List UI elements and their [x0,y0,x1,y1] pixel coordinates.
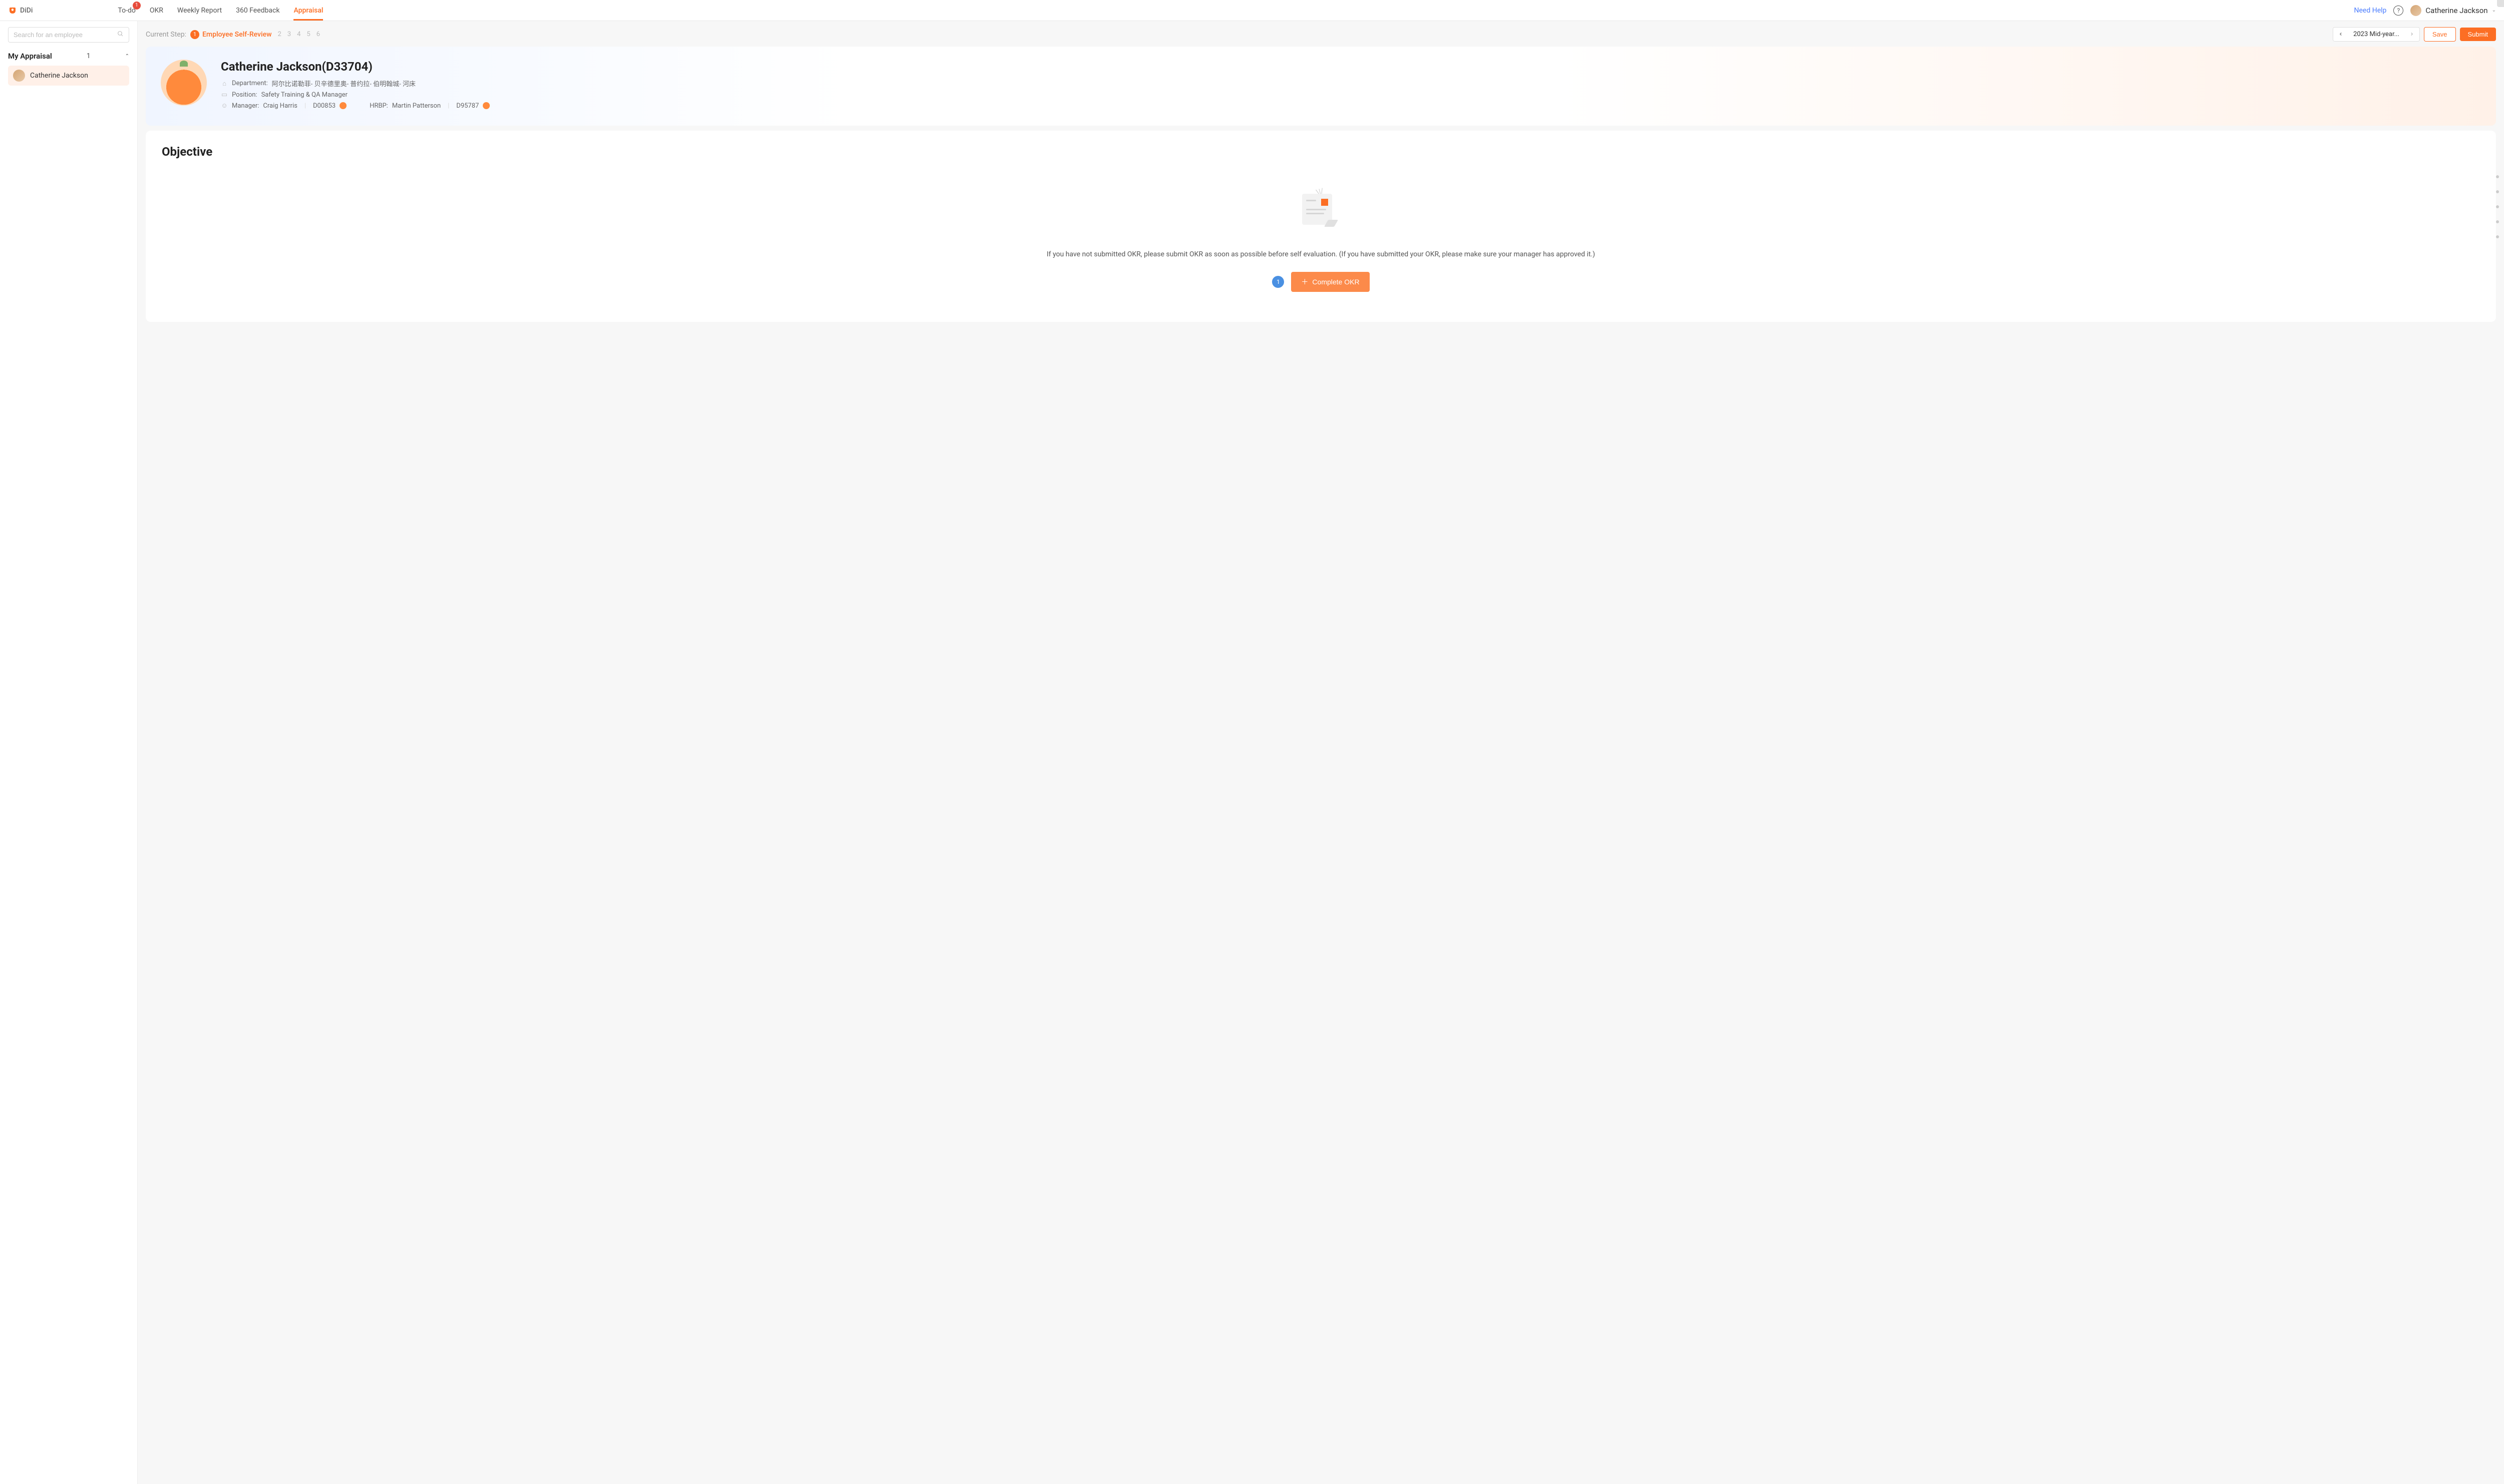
home-icon: ⌂ [221,80,228,88]
tab-appraisal[interactable]: Appraisal [293,1,323,21]
chevron-down-icon: ⌄ [2492,8,2496,13]
submit-button[interactable]: Submit [2460,28,2496,41]
chevron-up-icon: ⌃ [125,54,129,59]
nav-dot[interactable] [2496,175,2499,178]
section-title: My Appraisal [8,52,52,61]
position-row: ▭ Position: Safety Training & QA Manager [221,91,2481,99]
tab-okr[interactable]: OKR [150,1,163,21]
user-avatar-icon [2410,5,2421,16]
divider: | [448,102,449,110]
top-header: DiDi To-do 1 OKR Weekly Report 360 Feedb… [0,0,2504,21]
nav-dot[interactable] [2496,235,2499,238]
manager-id: D00853 [313,102,336,110]
logo-text: DiDi [20,7,33,15]
step-4[interactable]: 4 [297,31,300,38]
top-bar-right: 2023 Mid-year... Save Submit [2333,27,2496,42]
objective-card: Objective \|/ If you have not submitted … [146,131,2496,322]
chat-icon[interactable] [340,102,347,109]
section-nav-dots [2496,175,2499,238]
main-content: Current Step: 1 Employee Self-Review 2 3… [138,21,2504,1484]
objective-title: Objective [162,145,2480,159]
plus-icon: ＋ [1301,277,1308,287]
todo-badge: 1 [133,2,141,10]
department-value: 阿尔比诺勒菲- 贝辛德里奥- 普约拉- 伯明翰城- 河床 [272,79,416,88]
header-right: Need Help ? Catherine Jackson ⌄ [2354,5,2496,16]
nav-dot[interactable] [2496,205,2499,208]
empty-message: If you have not submitted OKR, please su… [1047,249,1595,260]
sidebar: My Appraisal 1 ⌃ Catherine Jackson [0,21,138,1484]
user-menu[interactable]: Catherine Jackson ⌄ [2410,5,2496,16]
search-box[interactable] [8,27,129,43]
tab-360-feedback[interactable]: 360 Feedback [236,1,279,21]
my-appraisal-section-header[interactable]: My Appraisal 1 ⌃ [8,52,129,61]
user-name: Catherine Jackson [2425,6,2487,15]
card-icon: ▭ [221,91,228,99]
chevron-left-icon [2338,32,2343,37]
need-help-link[interactable]: Need Help [2354,7,2387,15]
current-step-label: Current Step: [146,31,186,39]
complete-okr-label: Complete OKR [1312,278,1359,286]
period-label[interactable]: 2023 Mid-year... [2348,28,2404,41]
step-3[interactable]: 3 [287,31,291,38]
hrbp-id: D95787 [456,102,479,110]
search-input[interactable] [14,31,117,39]
period-prev-button[interactable] [2333,28,2348,41]
save-button[interactable]: Save [2424,27,2456,42]
nav-dot[interactable] [2496,190,2499,193]
nav-dot[interactable] [2496,220,2499,223]
step-badge-blue: 1 [1272,276,1284,288]
profile-avatar-icon [161,60,207,106]
chevron-right-icon [2409,32,2414,37]
logo[interactable]: DiDi [8,6,33,15]
profile-info: Catherine Jackson(D33704) ⌂ Department: … [221,60,2481,113]
department-row: ⌂ Department: 阿尔比诺勒菲- 贝辛德里奥- 普约拉- 伯明翰城- … [221,79,2481,88]
period-navigator: 2023 Mid-year... [2333,27,2420,42]
manager-hrbp-row: ☺ Manager: Craig Harris | D00853 HRBP: M… [221,102,2481,110]
step-badge: 1 [190,30,199,39]
tab-weekly-report[interactable]: Weekly Report [177,1,222,21]
section-count: 1 [87,52,91,60]
action-row: 1 ＋ Complete OKR [1272,272,1369,292]
period-next-button[interactable] [2404,28,2419,41]
search-icon [117,31,124,39]
step-5[interactable]: 5 [306,31,310,38]
hrbp-name: Martin Patterson [392,102,441,110]
top-action-bar: Current Step: 1 Employee Self-Review 2 3… [146,27,2496,42]
manager-label: Manager: [232,102,259,110]
scrollbar-corner [2497,0,2504,7]
person-icon: ☺ [221,102,228,110]
profile-card: Catherine Jackson(D33704) ⌂ Department: … [146,47,2496,126]
hrbp-label: HRBP: [370,102,388,110]
complete-okr-button[interactable]: ＋ Complete OKR [1291,272,1369,292]
tab-todo[interactable]: To-do 1 [118,1,135,21]
sidebar-item-label: Catherine Jackson [30,72,88,80]
step-6[interactable]: 6 [317,31,320,38]
manager-name: Craig Harris [263,102,297,110]
position-label: Position: [232,91,257,99]
chat-icon[interactable] [483,102,490,109]
profile-name: Catherine Jackson(D33704) [221,60,2481,74]
step-2[interactable]: 2 [277,31,281,38]
empty-document-icon: \|/ [1296,189,1346,229]
didi-logo-icon [8,6,17,15]
nav-tabs: To-do 1 OKR Weekly Report 360 Feedback A… [118,1,323,21]
avatar-icon [13,70,25,82]
help-icon[interactable]: ? [2393,6,2403,16]
position-value: Safety Training & QA Manager [261,91,348,99]
divider: | [304,102,306,110]
empty-state: \|/ If you have not submitted OKR, pleas… [162,189,2480,292]
department-label: Department: [232,80,268,87]
active-step-name: Employee Self-Review [202,31,272,39]
sidebar-item-catherine[interactable]: Catherine Jackson [8,66,129,86]
